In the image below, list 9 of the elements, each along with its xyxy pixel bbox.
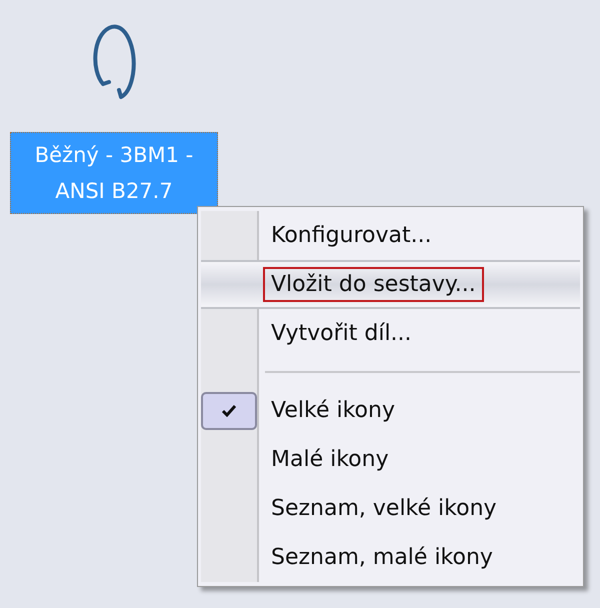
menu-item[interactable]: Seznam, velké ikony [201, 484, 580, 533]
menu-item[interactable]: Vytvořit díl... [201, 309, 580, 358]
menu-item[interactable]: Konfigurovat... [201, 211, 580, 260]
checkmark-icon [222, 404, 236, 416]
menu-gutter [201, 211, 259, 260]
menu-item[interactable]: Velké ikony [201, 386, 580, 435]
menu-item[interactable]: Seznam, malé ikony [201, 533, 580, 582]
menu-item[interactable]: Vložit do sestavy... [201, 260, 580, 309]
menu-item[interactable]: Malé ikony [201, 435, 580, 484]
